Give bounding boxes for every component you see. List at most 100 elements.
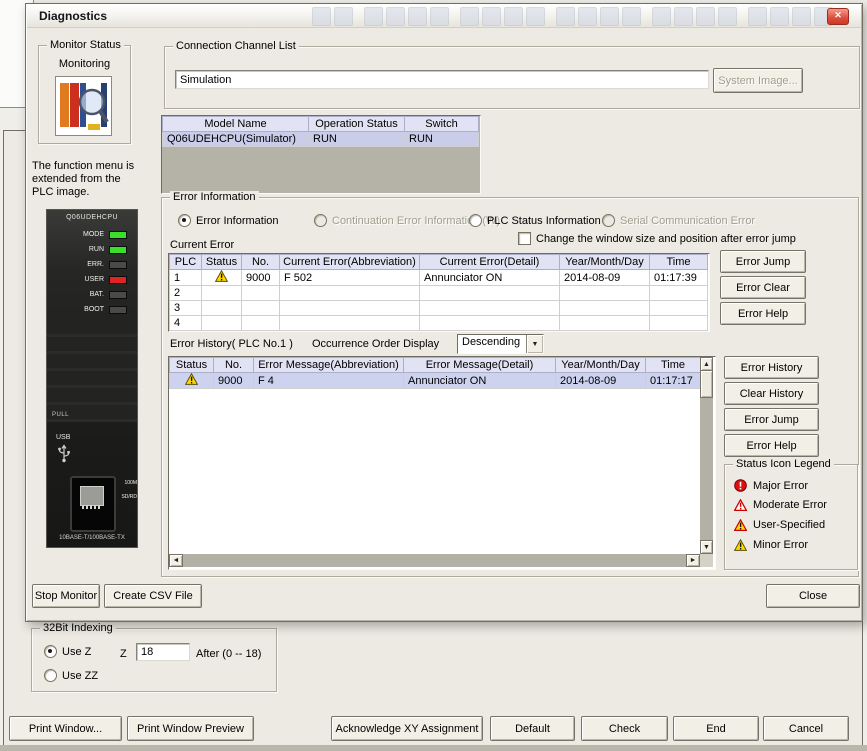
plc-cell: 4	[170, 316, 202, 331]
error-clear-button[interactable]: Error Clear	[720, 276, 806, 299]
end-label: End	[706, 723, 726, 735]
dialog-title: Diagnostics	[39, 9, 107, 23]
moderate-error-icon	[734, 499, 747, 511]
use-zz-label: Use ZZ	[62, 670, 98, 682]
status-col-header: Status	[202, 255, 242, 270]
led-indicator	[109, 231, 127, 239]
dialog-titlebar[interactable]: Diagnostics	[27, 5, 861, 28]
scroll-left-icon[interactable]: ◄	[169, 554, 183, 567]
scroll-right-icon[interactable]: ►	[686, 554, 700, 567]
plc-cell: 3	[170, 301, 202, 316]
error-help-button[interactable]: Error Help	[720, 302, 806, 325]
plc-usb-section: USB	[56, 430, 137, 472]
z-value-input[interactable]	[136, 643, 190, 661]
plc-image[interactable]: Q06UDEHCPU MODE RUN ERR. USER BAT.	[46, 209, 138, 548]
use-z-radio[interactable]: Use Z	[44, 645, 91, 658]
print-window-button[interactable]: Print Window...	[9, 716, 122, 741]
resize-after-jump-checkbox[interactable]: Change the window size and position afte…	[518, 232, 796, 245]
acknowledge-xy-button[interactable]: Acknowledge XY Assignment	[331, 716, 483, 741]
user-specified-icon	[734, 519, 747, 531]
history-row[interactable]: 9000 F 4 Annunciator ON 2014-08-09 01:17…	[170, 373, 701, 389]
current-error-row[interactable]: 2	[170, 286, 708, 301]
history-header: Status No. Error Message(Abbreviation) E…	[170, 358, 701, 373]
default-button[interactable]: Default	[490, 716, 575, 741]
screen: 32Bit Indexing Use Z Z After (0 -- 18) U…	[0, 0, 867, 751]
radio-dot	[44, 669, 57, 682]
no-cell: 9000	[214, 373, 254, 389]
error-clear-label: Error Clear	[736, 282, 790, 294]
status-cell	[202, 301, 242, 316]
check-button[interactable]: Check	[581, 716, 668, 741]
msg-abbr-col-header: Error Message(Abbreviation)	[254, 358, 404, 373]
warning-icon	[185, 373, 198, 385]
error-jump-button[interactable]: Error Jump	[720, 250, 806, 273]
horizontal-scrollbar[interactable]: ◄ ►	[169, 554, 700, 567]
create-csv-button[interactable]: Create CSV File	[104, 584, 202, 608]
current-error-row[interactable]: 3	[170, 301, 708, 316]
msg-abbr-cell: F 4	[254, 373, 404, 389]
date-col-header: Year/Month/Day	[560, 255, 650, 270]
end-button[interactable]: End	[673, 716, 759, 741]
toolbar-ghost-icon	[556, 7, 575, 26]
clear-history-button[interactable]: Clear History	[724, 382, 819, 405]
status-cell	[202, 270, 242, 286]
usb-label: USB	[56, 434, 70, 441]
resize-after-jump-label: Change the window size and position afte…	[536, 233, 796, 245]
msg-detail-cell: Annunciator ON	[404, 373, 556, 389]
operation-status-header: Operation Status	[309, 117, 405, 132]
current-error-row[interactable]: 1 9000 F 502 Annunciator ON 2014-08-09 0…	[170, 270, 708, 286]
close-button[interactable]: Close	[766, 584, 860, 608]
current-error-row[interactable]: 4	[170, 316, 708, 331]
legend-item-user-specified: User-Specified	[734, 519, 825, 531]
close-icon[interactable]: ✕	[827, 8, 849, 25]
error-jump-history-button[interactable]: Error Jump	[724, 408, 819, 431]
plc-caption: 10BASE-T/100BASE-TX	[47, 535, 137, 541]
vertical-scrollbar[interactable]: ▲ ▼	[700, 357, 713, 554]
toolbar-ghost-icon	[430, 7, 449, 26]
ethernet-port-icon	[70, 476, 116, 532]
error-help-label: Error Help	[738, 308, 788, 320]
plc-ethernet-section: 100M SD/RD	[47, 476, 137, 532]
use-zz-radio[interactable]: Use ZZ	[44, 669, 98, 682]
create-csv-label: Create CSV File	[113, 590, 192, 602]
error-information-radio[interactable]: Error Information	[178, 214, 279, 227]
serial-comm-radio[interactable]: Serial Communication Error	[602, 214, 755, 227]
background-window-edge	[0, 745, 867, 751]
led-label: MODE	[83, 231, 104, 238]
scroll-down-icon[interactable]: ▼	[700, 540, 713, 554]
radio-dot	[178, 214, 191, 227]
msg-detail-col-header: Error Message(Detail)	[404, 358, 556, 373]
error-help-history-button[interactable]: Error Help	[724, 434, 819, 457]
plc-body: PULL	[47, 320, 137, 422]
monitor-status-text: Monitoring	[39, 58, 130, 70]
toolbar-ghost-icon	[696, 7, 715, 26]
model-table-row[interactable]: Q06UDEHCPU(Simulator) RUN RUN	[163, 132, 479, 147]
occurrence-order-value: Descending	[458, 335, 526, 353]
vertical-scroll-thumb[interactable]	[700, 370, 713, 398]
z-label: Z	[120, 648, 127, 660]
connection-channel-input[interactable]	[175, 70, 709, 89]
sdrd-label: SD/RD	[121, 494, 137, 500]
scroll-up-icon[interactable]: ▲	[700, 357, 713, 371]
system-image-button[interactable]: System Image...	[713, 68, 803, 93]
date-col-header: Year/Month/Day	[556, 358, 646, 373]
radio-dot	[602, 214, 615, 227]
plc-pull-label: PULL	[52, 412, 69, 418]
time-col-header: Time	[646, 358, 701, 373]
status-icon-legend-label: Status Icon Legend	[733, 458, 834, 471]
error-jump-history-label: Error Jump	[744, 414, 798, 426]
chevron-down-icon[interactable]: ▼	[526, 335, 543, 353]
error-history-button[interactable]: Error History	[724, 356, 819, 379]
use-z-label: Use Z	[62, 646, 91, 658]
major-error-icon	[734, 479, 747, 492]
ethernet-labels: 100M SD/RD	[121, 480, 137, 500]
model-name-header: Model Name	[163, 117, 309, 132]
diagnostics-dialog: Diagnostics	[25, 3, 863, 622]
led-label: USER	[85, 276, 104, 283]
print-window-preview-button[interactable]: Print Window Preview	[127, 716, 254, 741]
cancel-button[interactable]: Cancel	[763, 716, 849, 741]
stop-monitor-button[interactable]: Stop Monitor	[32, 584, 100, 608]
occurrence-order-dropdown[interactable]: Descending ▼	[457, 334, 544, 354]
plc-status-radio[interactable]: PLC Status Information	[469, 214, 601, 227]
toolbar-ghost-icon	[652, 7, 671, 26]
